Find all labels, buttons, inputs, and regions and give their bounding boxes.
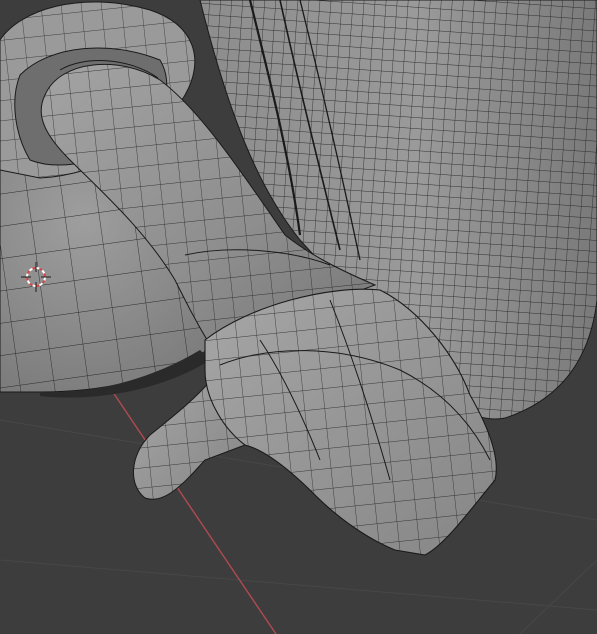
3d-viewport[interactable]	[0, 0, 597, 634]
viewport-canvas[interactable]	[0, 0, 597, 634]
